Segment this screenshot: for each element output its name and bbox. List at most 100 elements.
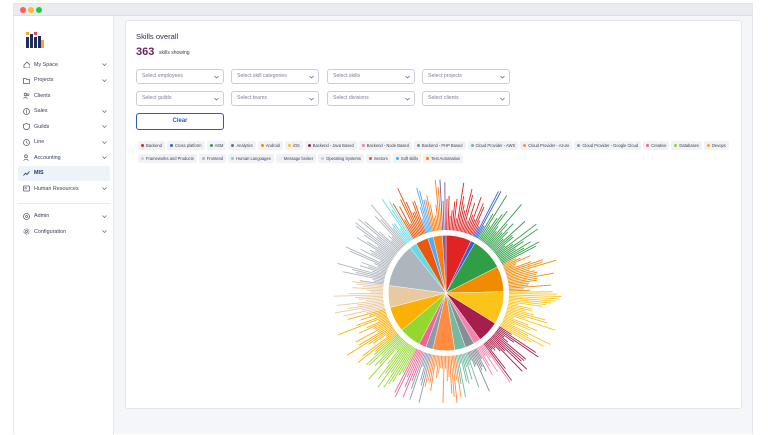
- clear-button[interactable]: Clear: [136, 113, 224, 130]
- app-window: My Space Projects ClientsSales Guilds Line Ac…: [13, 3, 753, 434]
- chevron-down-icon: [102, 62, 107, 67]
- sidebar-item-admin[interactable]: Admin: [18, 209, 110, 225]
- skill-bar[interactable]: [369, 340, 404, 379]
- legend-item[interactable]: Creative: [643, 141, 669, 150]
- legend-item[interactable]: Sectors: [366, 154, 391, 163]
- sidebar-nav: My Space Projects ClientsSales Guilds Line Ac…: [18, 57, 110, 240]
- logo[interactable]: [26, 32, 44, 48]
- legend-swatch: [231, 144, 234, 147]
- legend-item[interactable]: Cross platform: [167, 141, 205, 150]
- sidebar-item-label: Guilds: [34, 124, 49, 130]
- legend-item[interactable]: ASM: [207, 141, 227, 150]
- skills-sunburst-chart: [326, 173, 566, 403]
- skill-bar[interactable]: [442, 356, 443, 369]
- sidebar-item-human-resources[interactable]: Human Resources: [18, 181, 110, 197]
- projects-select-placeholder: Select projects: [428, 73, 462, 79]
- sidebar-item-line[interactable]: Line: [18, 135, 110, 151]
- legend-label: Backend: [146, 143, 162, 148]
- sidebar-item-clients[interactable]: Clients: [18, 88, 110, 104]
- legend-swatch: [170, 144, 173, 147]
- legend-swatch: [417, 144, 420, 147]
- legend-item[interactable]: Databases: [671, 141, 702, 150]
- legend-swatch: [646, 144, 649, 147]
- skill-bar[interactable]: [449, 216, 450, 230]
- projects-select[interactable]: Select projects: [422, 69, 510, 84]
- legend-item[interactable]: Backend - Node Based: [359, 141, 412, 150]
- sidebar-item-label: Line: [34, 139, 44, 145]
- chevron-down-icon: [102, 78, 107, 83]
- skill-categories-select[interactable]: Select skill categories: [231, 69, 319, 84]
- sidebar-item-accounting[interactable]: Accounting: [18, 150, 110, 166]
- sidebar-item-projects[interactable]: Projects: [18, 73, 110, 89]
- legend-item[interactable]: Backend - Java Based: [305, 141, 357, 150]
- legend-label: Message broker: [284, 156, 313, 161]
- chevron-down-icon: [214, 97, 219, 101]
- user-cog-icon: [23, 154, 30, 161]
- chevron-down-icon: [405, 75, 410, 79]
- legend-swatch: [396, 157, 399, 160]
- sidebar-item-sales[interactable]: Sales: [18, 104, 110, 120]
- skill-bar[interactable]: [443, 356, 444, 403]
- skill-bar[interactable]: [334, 295, 383, 296]
- legend-label: Cross platform: [175, 143, 202, 148]
- guilds-select[interactable]: Select guilds: [136, 91, 224, 106]
- employees-select[interactable]: Select employees: [136, 69, 224, 84]
- sidebar-item-configuration[interactable]: Configuration: [18, 224, 110, 240]
- skill-bar[interactable]: [509, 292, 552, 293]
- skill-bar[interactable]: [509, 290, 530, 291]
- teams-select[interactable]: Select teams: [231, 91, 319, 106]
- skill-bar[interactable]: [452, 201, 455, 230]
- legend-item[interactable]: Cloud Provider - Google Cloud: [574, 141, 641, 150]
- legend-item[interactable]: Cloud Provider - AWS: [468, 141, 519, 150]
- skill-bar[interactable]: [367, 290, 383, 291]
- sidebar-item-label: MIS: [34, 170, 44, 176]
- trend-icon: [23, 170, 30, 177]
- skill-bar[interactable]: [389, 202, 412, 240]
- skills-panel: Skills overall 363 skills showing Select…: [125, 20, 742, 409]
- sidebar-item-my-space[interactable]: My Space: [18, 57, 110, 73]
- legend-label: Devops: [712, 143, 726, 148]
- chevron-down-icon: [102, 140, 107, 145]
- skill-bar[interactable]: [355, 296, 383, 297]
- sidebar-item-label: Projects: [34, 77, 53, 83]
- minimize-window-icon[interactable]: [28, 7, 34, 13]
- legend-item[interactable]: Backend: [138, 141, 165, 150]
- legend-item[interactable]: Message broker: [276, 154, 316, 163]
- legend-item[interactable]: Analytics: [228, 141, 255, 150]
- legend-item[interactable]: Backend - PHP Based: [414, 141, 466, 150]
- legend-item[interactable]: Android: [258, 141, 283, 150]
- legend-item[interactable]: Test Automation: [423, 154, 463, 163]
- skill-bar[interactable]: [443, 201, 444, 230]
- skill-bar[interactable]: [509, 289, 524, 290]
- sidebar-item-guilds[interactable]: Guilds: [18, 119, 110, 135]
- legend-label: Databases: [679, 143, 699, 148]
- chevron-down-icon: [102, 124, 107, 129]
- legend-item[interactable]: Human Languages: [228, 154, 274, 163]
- clients-select[interactable]: Select clients: [422, 91, 510, 106]
- skill-bar[interactable]: [448, 356, 449, 377]
- legend-item[interactable]: Frontend: [199, 154, 226, 163]
- legend-item[interactable]: Soft skills: [393, 154, 421, 163]
- legend-label: Android: [266, 143, 280, 148]
- skill-bar[interactable]: [441, 356, 442, 368]
- skill-bar[interactable]: [445, 182, 446, 230]
- sidebar-item-mis[interactable]: MIS: [18, 166, 110, 182]
- maximize-window-icon[interactable]: [36, 7, 42, 13]
- legend-swatch: [369, 157, 372, 160]
- legend-item[interactable]: Cloud Provider - Azure: [520, 141, 572, 150]
- legend-item[interactable]: Operating Systems: [318, 154, 364, 163]
- legend-label: ASM: [215, 143, 224, 148]
- legend-swatch: [141, 157, 144, 160]
- legend-item[interactable]: Devops: [704, 141, 729, 150]
- skill-bar[interactable]: [448, 196, 449, 230]
- legend-label: Human Languages: [236, 156, 271, 161]
- close-window-icon[interactable]: [20, 7, 26, 13]
- legend-label: Sectors: [374, 156, 388, 161]
- divisions-select[interactable]: Select divisions: [327, 91, 415, 106]
- legend-item[interactable]: Frameworks and Products: [138, 154, 197, 163]
- sidebar-item-label: Admin: [34, 213, 49, 219]
- legend-item[interactable]: iOS: [285, 141, 303, 150]
- legend-label: Backend - Node Based: [367, 143, 409, 148]
- skills-select[interactable]: Select skills: [327, 69, 415, 84]
- clients-select-placeholder: Select clients: [428, 95, 459, 101]
